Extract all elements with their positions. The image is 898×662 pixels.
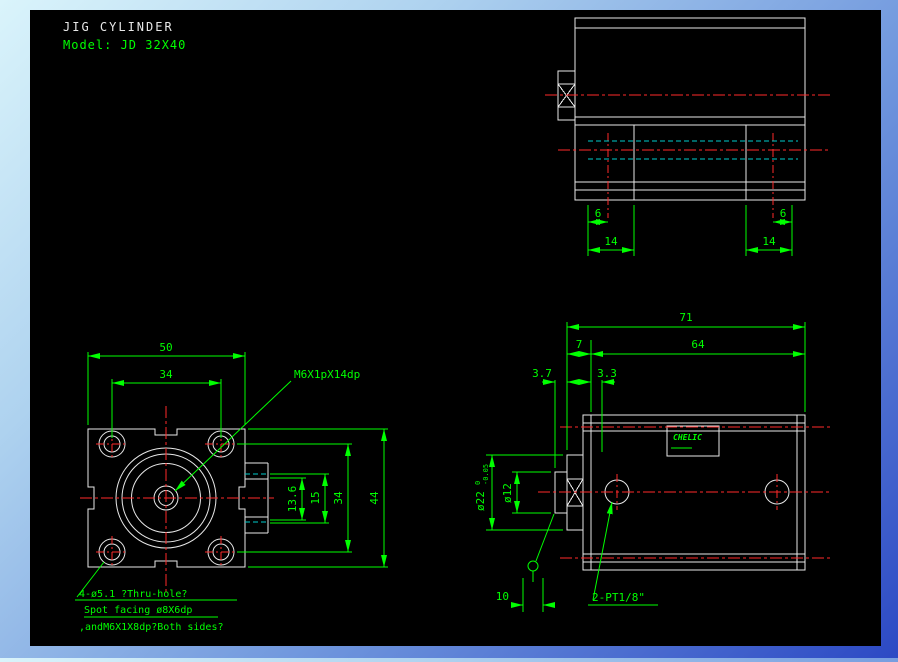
port-callout: 2-PT1/8" (592, 591, 645, 604)
dim-6-right: 6 (780, 207, 787, 220)
dim-15: 15 (309, 491, 322, 504)
dim-71: 71 (679, 311, 692, 324)
brand-logo: CHELIC (673, 433, 702, 442)
dim-44: 44 (368, 491, 381, 505)
dim-d22-tol-lower: -0.05 (482, 464, 490, 485)
dim-14-left: 14 (604, 235, 618, 248)
dim-14-right: 14 (762, 235, 776, 248)
dim-10: 10 (496, 590, 509, 603)
thread-callout: M6X1pX14dp (294, 368, 360, 381)
dim-3-7: 3.7 (532, 367, 552, 380)
hole-note-line3: ,andM6X1X8dp?Both sides? (79, 622, 224, 633)
dim-34-top: 34 (159, 368, 173, 381)
dim-d22-tol-upper: 0 (474, 481, 482, 485)
dim-d12: ø12 (501, 483, 514, 503)
cad-canvas[interactable] (30, 10, 881, 646)
cad-drawing-viewport[interactable]: JIG CYLINDER Model: JD 32X40 (0, 0, 898, 658)
drawing-model: Model: JD 32X40 (63, 38, 186, 52)
dim-64: 64 (691, 338, 705, 351)
hole-note-line1: 4-ø5.1 ?Thru-hole? (79, 589, 187, 600)
dim-6-left: 6 (595, 207, 602, 220)
drawing-title: JIG CYLINDER (63, 20, 174, 34)
dim-34-right: 34 (332, 491, 345, 505)
dim-7: 7 (576, 338, 583, 351)
hole-note-line2: Spot facing ø8X6dp (84, 605, 192, 616)
dim-d22: ø22 (474, 491, 487, 511)
dim-13-6: 13.6 (286, 486, 299, 513)
dim-3-3: 3.3 (597, 367, 617, 380)
dim-50: 50 (159, 341, 172, 354)
